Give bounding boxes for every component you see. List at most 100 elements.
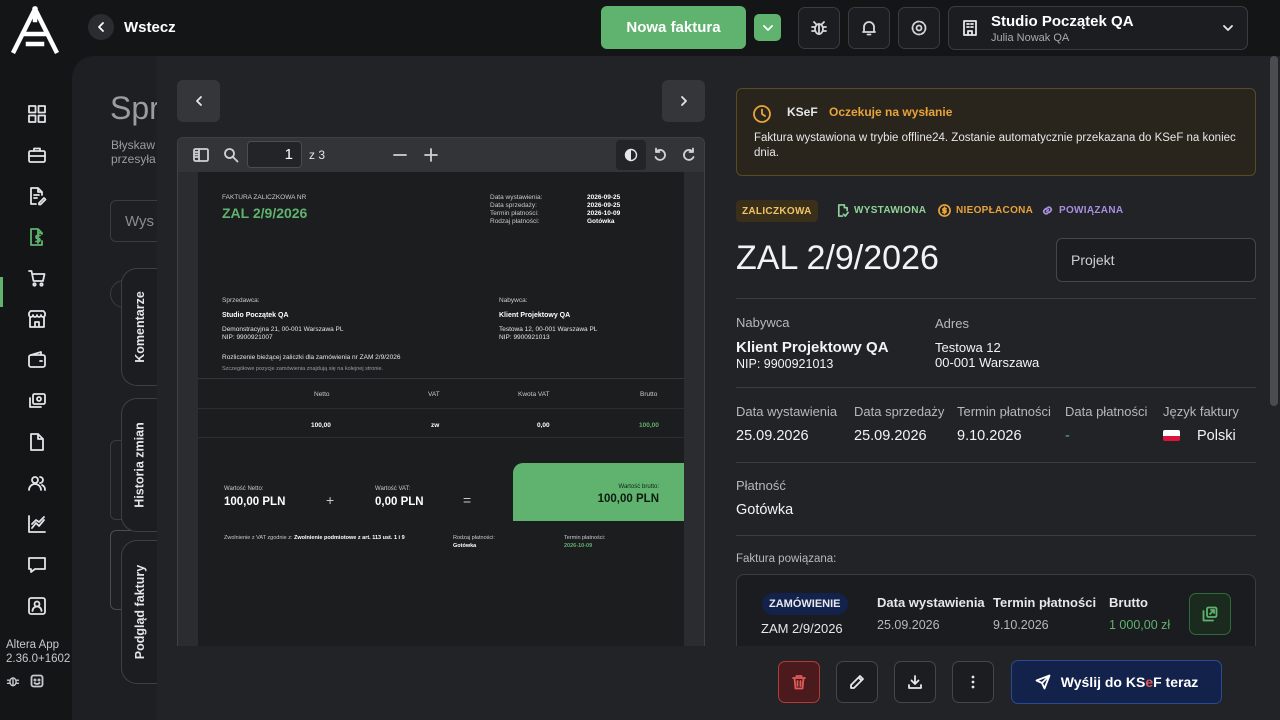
app-version: Altera App 2.36.0+1602 — [6, 638, 70, 666]
scrollbar[interactable] — [1270, 56, 1278, 406]
edit-button[interactable] — [836, 661, 878, 703]
nav-projects[interactable] — [24, 142, 50, 168]
rotate-right-icon[interactable] — [682, 147, 696, 163]
language-label: Język faktury — [1163, 404, 1239, 419]
project-select[interactable]: Projekt — [1056, 238, 1256, 282]
ksef-status: Oczekuje na wysłanie — [829, 105, 953, 119]
ksef-title: KSeF — [787, 105, 818, 119]
doc-type: FAKTURA ZALICZKOWA NR — [222, 194, 307, 201]
payment-date-label: Data płatności — [1065, 404, 1148, 419]
support-icon[interactable] — [30, 674, 44, 688]
pencil-icon — [850, 675, 864, 689]
payment-date: - — [1065, 428, 1070, 444]
company-switcher[interactable]: Studio Początek QA Julia Nowak QA — [948, 6, 1248, 50]
due-value: 2026-10-09 — [564, 543, 593, 549]
pdf-viewer: 1 z 3 FAKTURA ZALICZKOWA NR ZAL 2/9/2026… — [177, 137, 705, 703]
nav-dashboard[interactable] — [24, 101, 50, 127]
doc-number: ZAL 2/9/2026 — [222, 205, 308, 221]
table-header: VAT — [428, 391, 440, 398]
nav-wallet[interactable] — [24, 347, 50, 373]
clock-icon — [752, 104, 772, 124]
open-related-button[interactable] — [1189, 593, 1231, 635]
bell-icon — [862, 21, 876, 36]
doc-meta-label: Rodzaj płatności: — [490, 218, 540, 225]
settings-button[interactable] — [898, 7, 940, 49]
plus-sign: + — [326, 492, 335, 508]
cards-icon — [29, 393, 46, 408]
sidebar-toggle-icon[interactable] — [193, 148, 209, 162]
notifications-button[interactable] — [848, 7, 890, 49]
new-invoice-dropdown-button[interactable] — [754, 14, 781, 41]
settlement-note: Rozliczenie bieżącej zaliczki dla zamówi… — [222, 354, 401, 361]
due-date-label: Termin płatności — [957, 404, 1051, 419]
buyer-name: Klient Projektowy QA — [736, 339, 889, 356]
app-logo[interactable] — [10, 6, 60, 54]
nav-invoices[interactable] — [24, 224, 50, 250]
table-header: Kwota VAT — [518, 391, 550, 398]
badge-issued: WYSTAWIONA — [836, 204, 926, 217]
more-options-button[interactable] — [952, 661, 994, 703]
nav-messages[interactable] — [24, 552, 50, 578]
buyer-nip: NIP: 9900921013 — [499, 334, 550, 341]
file-edit-icon — [30, 187, 47, 206]
wallet-icon — [28, 351, 46, 368]
net-label: Wartość Netto: — [224, 486, 264, 492]
nav-profile[interactable] — [24, 593, 50, 619]
seller-name: Studio Początek QA — [222, 312, 289, 319]
rotate-left-icon[interactable] — [653, 147, 667, 163]
users-icon — [28, 476, 46, 491]
page-number-input[interactable]: 1 — [247, 141, 302, 168]
badge-linked: POWIĄZANA — [1041, 204, 1123, 217]
grid-icon — [28, 105, 46, 123]
chevron-left-icon — [195, 96, 202, 106]
chart-line-icon — [28, 515, 46, 533]
buyer-label: Nabywca: — [499, 297, 528, 304]
zoom-out-icon[interactable] — [393, 147, 407, 163]
report-bug-button[interactable] — [798, 7, 840, 49]
app-version-number: 2.36.0+1602 — [6, 653, 71, 665]
related-issue-date-label: Data wystawienia — [877, 595, 985, 610]
previous-document-button[interactable] — [177, 80, 220, 122]
nav-shop[interactable] — [24, 265, 50, 291]
chevron-down-icon — [1223, 25, 1233, 31]
gear-icon — [911, 20, 927, 36]
nav-files[interactable] — [24, 429, 50, 455]
chevron-down-icon — [762, 24, 773, 31]
back-button[interactable]: Wstecz — [88, 14, 176, 40]
tab-history[interactable]: Historia zmian — [121, 398, 158, 532]
nav-reports[interactable] — [24, 511, 50, 537]
delete-button[interactable] — [778, 661, 820, 703]
buyer-label: Nabywca — [736, 315, 790, 330]
tab-invoice-preview[interactable]: Podgląd faktury — [121, 540, 158, 684]
page-total: z 3 — [309, 148, 326, 162]
related-invoice-label: Faktura powiązana: — [736, 553, 837, 565]
address-line2: 00-001 Warszawa — [935, 355, 1040, 370]
related-due-date-label: Termin płatności — [993, 595, 1097, 610]
tab-comments[interactable]: Komentarze — [121, 268, 158, 386]
next-document-button[interactable] — [662, 80, 705, 122]
related-gross-label: Brutto — [1109, 595, 1148, 610]
nav-store[interactable] — [24, 306, 50, 332]
issue-date-label: Data wystawienia — [736, 404, 838, 419]
company-user: Julia Nowak QA — [991, 31, 1070, 44]
new-invoice-button[interactable]: Nowa faktura — [601, 6, 746, 49]
table-header: Netto — [314, 391, 330, 398]
payment-method: Gotówka — [736, 502, 794, 518]
table-cell: zw — [431, 422, 440, 429]
payment-method-label: Rodzaj płatności: — [453, 535, 495, 541]
nav-payments[interactable] — [24, 388, 50, 414]
nav-documents[interactable] — [24, 183, 50, 209]
nav-contacts[interactable] — [24, 470, 50, 496]
theme-toggle-icon[interactable] — [616, 140, 646, 170]
badge-unpaid: NIEOPŁACONA — [938, 204, 1033, 217]
bug-icon[interactable] — [6, 674, 20, 688]
pdf-page: FAKTURA ZALICZKOWA NR ZAL 2/9/2026 Data … — [198, 172, 684, 702]
search-icon[interactable] — [223, 147, 239, 163]
download-icon — [908, 675, 922, 689]
zoom-in-icon[interactable] — [424, 147, 438, 163]
download-button[interactable] — [894, 661, 936, 703]
chevron-left-icon — [88, 14, 114, 40]
exemption: Zwolnienie z VAT zgodnie z: Zwolnienie p… — [224, 535, 405, 541]
send-to-ksef-button[interactable]: Wyślij do KSeF teraz — [1011, 660, 1222, 704]
sidebar — [0, 56, 72, 720]
